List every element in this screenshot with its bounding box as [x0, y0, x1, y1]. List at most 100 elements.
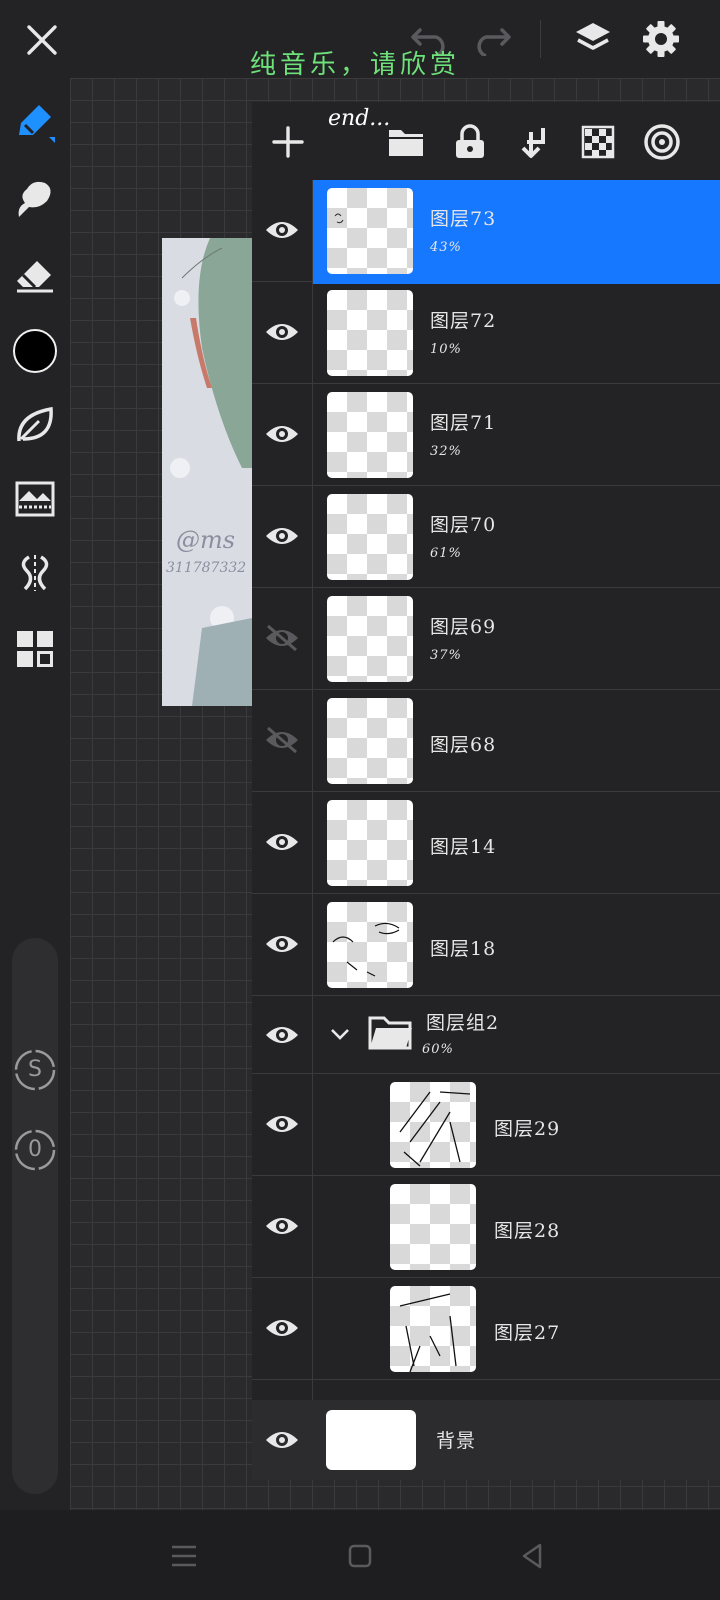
eraser-tool[interactable] [10, 250, 60, 300]
layer-thumbnail [327, 392, 413, 478]
back-icon[interactable] [512, 1536, 552, 1576]
layer-row[interactable]: 图层70 61% [252, 486, 720, 588]
layer-name: 图层18 [430, 938, 497, 960]
symmetry-tool[interactable] [10, 548, 60, 598]
grid-tool[interactable] [10, 624, 60, 674]
layer-opacity: 43% [430, 240, 462, 255]
layer-name: 图层71 [430, 412, 497, 434]
lock-icon[interactable] [444, 116, 496, 168]
layer-row[interactable]: 图层18 [252, 894, 720, 996]
background-layer-name: 背景 [436, 1430, 477, 1452]
group-name: 图层组2 [426, 1012, 500, 1034]
merge-down-icon[interactable] [508, 116, 560, 168]
redo-icon[interactable] [470, 18, 514, 62]
visibility-eye-icon[interactable] [264, 1210, 300, 1242]
layer-name: 图层27 [494, 1322, 561, 1344]
pen-tool[interactable] [10, 98, 60, 148]
artwork-preview: @ms 311787332 [162, 238, 252, 706]
layer-row[interactable]: 图层71 32% [252, 384, 720, 486]
layer-thumbnail [390, 1184, 476, 1270]
visibility-hidden-icon[interactable] [264, 724, 300, 756]
overlay-end-text: end... [328, 106, 391, 131]
layer-opacity: 61% [430, 546, 462, 561]
layer-row[interactable]: 图层69 37% [252, 588, 720, 690]
layer-row[interactable]: 图层14 [252, 792, 720, 894]
layer-thumbnail [327, 596, 413, 682]
group-layer-row[interactable]: 图层27 [252, 1278, 720, 1380]
system-nav-bar [0, 1510, 720, 1600]
brush-size-slider[interactable] [12, 938, 58, 1494]
add-layer-icon[interactable] [262, 116, 314, 168]
visibility-eye-icon[interactable] [264, 214, 300, 246]
filter-tool[interactable] [10, 474, 60, 524]
layer-thumbnail [327, 698, 413, 784]
visibility-eye-icon[interactable] [264, 520, 300, 552]
grid-icon [17, 631, 53, 667]
group-folder-icon [368, 1014, 414, 1054]
layer-name: 图层69 [430, 616, 497, 638]
layer-thumbnail [327, 290, 413, 376]
layer-name: 图层28 [494, 1220, 561, 1242]
layer-name: 图层14 [430, 836, 497, 858]
size-label: S [28, 1057, 42, 1082]
layer-thumbnail [327, 800, 413, 886]
visibility-eye-icon[interactable] [264, 1019, 300, 1051]
layer-name: 图层73 [430, 208, 497, 230]
layer-row[interactable]: 图层68 [252, 690, 720, 792]
signature-text: @ms [176, 526, 236, 554]
overlay-title: 纯音乐，请欣赏 [250, 50, 461, 80]
layer-row[interactable]: 图层72 10% [252, 282, 720, 384]
color-swatch[interactable] [10, 326, 60, 376]
transparency-icon[interactable] [572, 116, 624, 168]
smudge-tool[interactable] [10, 174, 60, 224]
signature-number: 311787332 [166, 560, 247, 576]
eraser-icon [17, 261, 53, 293]
layer-row-background[interactable]: 背景 [252, 1400, 720, 1480]
smudge-icon [18, 181, 51, 217]
visibility-eye-icon[interactable] [264, 928, 300, 960]
visibility-eye-icon[interactable] [264, 316, 300, 348]
symmetry-icon [21, 555, 49, 591]
chevron-down-icon[interactable] [328, 1022, 352, 1046]
visibility-eye-icon[interactable] [264, 1424, 300, 1456]
layer-thumbnail [390, 1082, 476, 1168]
layer-name: 图层68 [430, 734, 497, 756]
layer-name: 图层70 [430, 514, 497, 536]
visibility-eye-icon[interactable] [264, 1108, 300, 1140]
layer-opacity: 10% [430, 342, 462, 357]
size-button[interactable]: S [13, 1048, 57, 1092]
menu-icon[interactable] [164, 1536, 204, 1576]
filter-icon [15, 481, 55, 517]
group-opacity: 60% [422, 1042, 454, 1057]
layers-toolbar [252, 102, 720, 180]
background-thumbnail [326, 1410, 416, 1470]
layer-opacity: 32% [430, 444, 462, 459]
layer-opacity: 37% [430, 648, 462, 663]
home-icon[interactable] [340, 1536, 380, 1576]
opacity-button[interactable]: 0 [13, 1128, 57, 1172]
leaf-icon [17, 406, 53, 442]
left-toolbar: S 0 [0, 78, 70, 1510]
visibility-eye-icon[interactable] [264, 418, 300, 450]
layer-thumbnail [327, 902, 413, 988]
layer-thumbnail [327, 188, 413, 274]
group-layer-row[interactable]: 图层29 [252, 1074, 720, 1176]
pen-icon [19, 105, 55, 143]
group-layer-row[interactable]: 图层28 [252, 1176, 720, 1278]
layer-group-row[interactable]: 图层组2 60% [252, 996, 720, 1074]
opacity-label: 0 [28, 1137, 42, 1162]
layer-name: 图层72 [430, 310, 497, 332]
close-icon[interactable] [20, 18, 64, 62]
layers-panel: 图层73 43% 图层72 10% 图层71 32% 图层70 61% 图层69 37% 图层68 图… [252, 102, 720, 1480]
visibility-eye-icon[interactable] [264, 826, 300, 858]
visibility-eye-icon[interactable] [264, 1312, 300, 1344]
layers-icon[interactable] [570, 16, 616, 62]
layer-row[interactable]: 图层73 43% [252, 180, 720, 284]
visibility-hidden-icon[interactable] [264, 622, 300, 654]
layer-thumbnail [327, 494, 413, 580]
leaf-tool[interactable] [10, 400, 60, 450]
layer-name: 图层29 [494, 1118, 561, 1140]
settings-icon[interactable] [638, 16, 684, 62]
layer-thumbnail [390, 1286, 476, 1372]
blend-icon[interactable] [636, 116, 688, 168]
